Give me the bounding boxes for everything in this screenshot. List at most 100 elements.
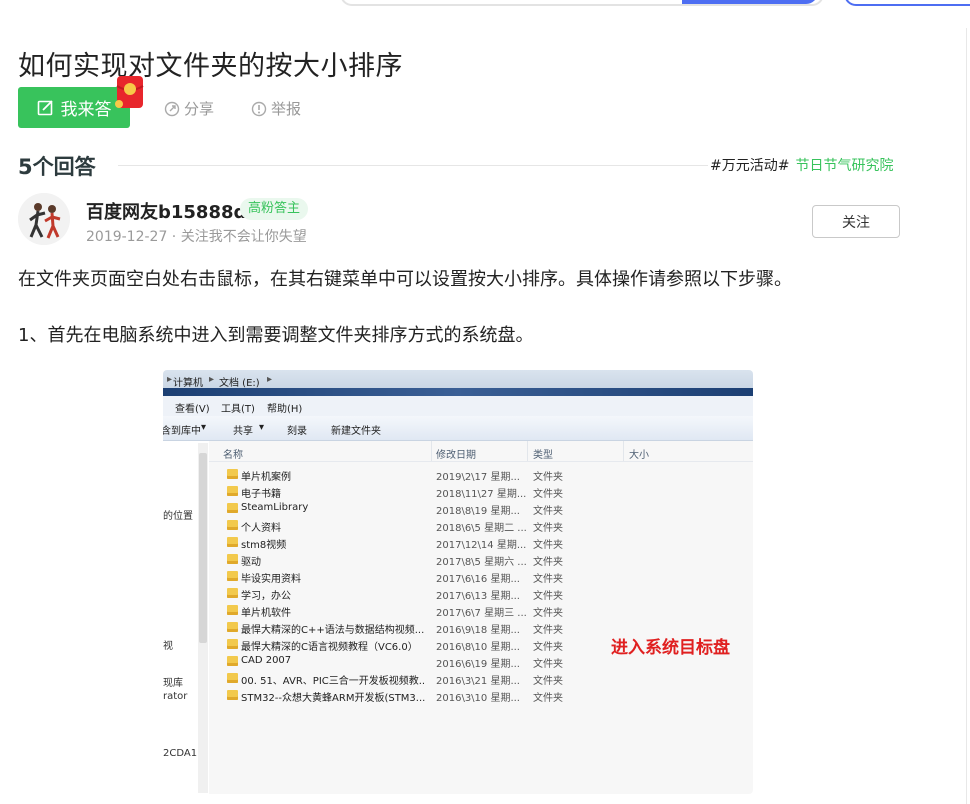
- file-name: 个人资料: [241, 523, 281, 534]
- toolbar-item: 含到库中: [163, 426, 201, 437]
- folder-icon: [227, 656, 238, 666]
- file-list: 名称 修改日期 类型 大小 单片机案例 2019\2\17 星期... 文件夹 电子书…: [209, 441, 753, 794]
- file-date: 2017\6\16 星期...: [436, 574, 520, 585]
- answer-meta: 2019-12-27 · 关注我不会让你失望: [86, 229, 307, 245]
- answer-paragraph: 在文件夹页面空白处右击鼠标，在其右键菜单中可以设置按大小排序。具体操作请参照以下…: [18, 269, 792, 290]
- column-headers: 名称 修改日期 类型 大小: [209, 441, 753, 462]
- file-row: 单片机案例 2019\2\17 星期... 文件夹: [209, 466, 753, 483]
- file-row: 00. 51、AVR、PIC三合一开发板视频教... 2016\3\21 星期..…: [209, 670, 753, 687]
- file-date: 2018\6\5 星期二 ...: [436, 523, 527, 534]
- divider: [118, 165, 708, 166]
- address-segment: 计算机: [173, 378, 203, 389]
- file-name: 00. 51、AVR、PIC三合一开发板视频教...: [241, 676, 425, 687]
- toolbar-item: 共享: [233, 426, 253, 437]
- file-row: stm8视频 2017\12\14 星期... 文件夹: [209, 534, 753, 551]
- file-type: 文件夹: [533, 676, 563, 687]
- username[interactable]: 百度网友b15888d: [86, 198, 246, 224]
- file-type: 文件夹: [533, 523, 563, 534]
- folder-icon: [227, 639, 238, 649]
- file-type: 文件夹: [533, 506, 563, 517]
- folder-icon: [227, 520, 238, 530]
- file-name: CAD 2007: [241, 655, 292, 666]
- file-type: 文件夹: [533, 625, 563, 636]
- column-header: 修改日期: [436, 450, 476, 461]
- nav-item: 2CDA1: [163, 748, 198, 759]
- file-date: 2019\2\17 星期...: [436, 472, 520, 483]
- explorer-toolbar: 含到库中 ▾ 共享 ▾ 刻录 新建文件夹: [163, 416, 753, 441]
- activity-tag[interactable]: #万元活动#: [710, 155, 789, 175]
- file-name: 最悍大精深的C语言视频教程（VC6.0）: [241, 642, 418, 653]
- file-name: 电子书籍: [241, 489, 281, 500]
- folder-icon: [227, 588, 238, 598]
- file-date: 2018\11\27 星期...: [436, 489, 527, 500]
- file-date: 2017\8\5 星期六 ...: [436, 557, 527, 568]
- answer-button-label: 我来答: [60, 100, 112, 120]
- title-band: [163, 388, 753, 396]
- column-header: 大小: [629, 450, 649, 461]
- annotation-text: 进入系统目标盘: [611, 638, 730, 658]
- folder-icon: [227, 537, 238, 547]
- search-button[interactable]: [682, 0, 818, 4]
- follow-button[interactable]: 关注: [812, 205, 900, 238]
- menu-bar: 查看(V) 工具(T) 帮助(H): [163, 396, 753, 416]
- folder-icon: [227, 622, 238, 632]
- file-type: 文件夹: [533, 591, 563, 602]
- file-name: 单片机软件: [241, 608, 291, 619]
- folder-icon: [227, 503, 238, 513]
- file-row: 驱动 2017\8\5 星期六 ... 文件夹: [209, 551, 753, 568]
- file-row: 电子书籍 2018\11\27 星期... 文件夹: [209, 483, 753, 500]
- file-row: 学习，办公 2017\6\13 星期... 文件夹: [209, 585, 753, 602]
- activity-banner: #万元活动# 节日节气研究院: [710, 155, 893, 175]
- menu-item: 工具(T): [221, 404, 255, 415]
- file-name: SteamLibrary: [241, 502, 309, 513]
- share-button[interactable]: 分享: [164, 98, 214, 119]
- folder-icon: [227, 554, 238, 564]
- file-date: 2016\3\21 星期...: [436, 676, 520, 687]
- folder-icon: [227, 469, 238, 479]
- folder-icon: [227, 690, 238, 700]
- file-type: 文件夹: [533, 642, 563, 653]
- file-date: 2016\6\19 星期...: [436, 659, 520, 670]
- file-name: 毕设实用资料: [241, 574, 301, 585]
- menu-item: 查看(V): [175, 404, 210, 415]
- toolbar-item: 新建文件夹: [331, 426, 381, 437]
- toolbar-item: 刻录: [287, 426, 307, 437]
- user-photo-icon: [18, 193, 70, 245]
- nav-item: 视: [163, 641, 173, 652]
- file-name: 最悍大精深的C++语法与数据结构视频...: [241, 625, 425, 636]
- red-packet-icon: [115, 76, 144, 108]
- file-row: STM32--众想大黄蜂ARM开发板(STM3... 2016\3\10 星期..…: [209, 687, 753, 704]
- file-type: 文件夹: [533, 693, 563, 704]
- question-title: 如何实现对文件夹的按大小排序: [18, 51, 403, 83]
- nav-item: rator: [163, 691, 188, 702]
- answer-paragraph: 1、首先在电脑系统中进入到需要调整文件夹排序方式的系统盘。: [18, 325, 534, 346]
- file-type: 文件夹: [533, 540, 563, 551]
- folder-icon: [227, 673, 238, 683]
- file-date: 2016\9\18 星期...: [436, 625, 520, 636]
- file-date: 2017\6\13 星期...: [436, 591, 520, 602]
- file-row: SteamLibrary 2018\8\19 星期... 文件夹: [209, 500, 753, 517]
- header-action-button[interactable]: [844, 0, 970, 6]
- warning-icon: [251, 101, 267, 116]
- avatar[interactable]: [18, 193, 70, 245]
- nav-item: 现库: [163, 678, 183, 689]
- status-badge: 高粉答主: [240, 198, 309, 220]
- folder-icon: [227, 571, 238, 581]
- report-button[interactable]: 举报: [251, 98, 301, 119]
- file-date: 2017\12\14 星期...: [436, 540, 527, 551]
- file-type: 文件夹: [533, 472, 563, 483]
- column-header: 类型: [533, 450, 553, 461]
- file-row: 个人资料 2018\6\5 星期二 ... 文件夹: [209, 517, 753, 534]
- edit-icon: [37, 99, 53, 115]
- file-name: stm8视频: [241, 540, 287, 551]
- file-type: 文件夹: [533, 489, 563, 500]
- file-row: 毕设实用资料 2017\6\16 星期... 文件夹: [209, 568, 753, 585]
- address-segment: 文档 (E:): [219, 378, 260, 389]
- file-name: STM32--众想大黄蜂ARM开发板(STM3...: [241, 693, 425, 704]
- column-divider: [966, 28, 967, 804]
- file-type: 文件夹: [533, 557, 563, 568]
- activity-link[interactable]: 节日节气研究院: [795, 155, 893, 175]
- file-date: 2016\8\10 星期...: [436, 642, 520, 653]
- file-name: 驱动: [241, 557, 261, 568]
- file-type: 文件夹: [533, 574, 563, 585]
